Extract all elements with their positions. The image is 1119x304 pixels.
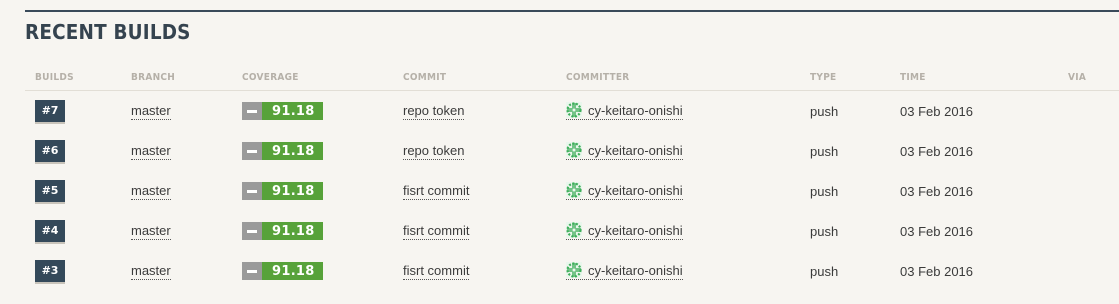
committer-avatar-icon [566, 182, 582, 198]
committer-avatar-icon [566, 222, 582, 238]
table-row: #4 master 91.18 fisrt commit cy-keitaro-… [25, 211, 1119, 251]
build-time: 03 Feb 2016 [900, 223, 974, 239]
committer-link[interactable]: cy-keitaro-onishi [566, 262, 683, 280]
table-row: #6 master 91.18 repo token cy-keitaro-on… [25, 131, 1119, 171]
column-header-builds: BUILDS [35, 72, 74, 83]
table-row: #3 master 91.18 fisrt commit cy-keitaro-… [25, 251, 1119, 291]
build-time: 03 Feb 2016 [900, 103, 974, 119]
coverage-value: 91.18 [262, 102, 323, 120]
column-header-committer: COMMITTER [566, 72, 630, 83]
coverage-badge[interactable]: 91.18 [242, 222, 323, 240]
committer-link[interactable]: cy-keitaro-onishi [566, 142, 683, 160]
coverage-badge[interactable]: 91.18 [242, 182, 323, 200]
branch-link[interactable]: master [131, 183, 171, 200]
committer-link[interactable]: cy-keitaro-onishi [566, 102, 683, 120]
build-type: push [810, 143, 839, 159]
committer-name: cy-keitaro-onishi [588, 102, 683, 118]
commit-message-link[interactable]: repo token [403, 103, 465, 120]
coverage-badge[interactable]: 91.18 [242, 262, 323, 280]
branch-link[interactable]: master [131, 143, 171, 160]
coverage-value: 91.18 [262, 182, 323, 200]
committer-avatar-icon [566, 102, 582, 118]
branch-link[interactable]: master [131, 223, 171, 240]
minus-icon [242, 142, 262, 160]
build-number-badge[interactable]: #5 [35, 180, 65, 202]
section-title: RECENT BUILDS [25, 20, 191, 44]
table-row: #5 master 91.18 fisrt commit cy-keitaro-… [25, 171, 1119, 211]
build-type: push [810, 223, 839, 239]
committer-name: cy-keitaro-onishi [588, 182, 683, 198]
minus-icon [242, 102, 262, 120]
minus-icon [242, 222, 262, 240]
branch-link[interactable]: master [131, 103, 171, 120]
column-header-time: TIME [900, 72, 926, 83]
column-header-branch: BRANCH [131, 72, 176, 83]
column-header-coverage: COVERAGE [242, 72, 299, 83]
build-type: push [810, 263, 839, 279]
committer-name: cy-keitaro-onishi [588, 142, 683, 158]
build-number-badge[interactable]: #4 [35, 220, 65, 242]
build-time: 03 Feb 2016 [900, 183, 974, 199]
committer-avatar-icon [566, 142, 582, 158]
coverage-badge[interactable]: 91.18 [242, 102, 323, 120]
coverage-value: 91.18 [262, 262, 323, 280]
committer-name: cy-keitaro-onishi [588, 222, 683, 238]
commit-message-link[interactable]: fisrt commit [403, 223, 470, 240]
committer-link[interactable]: cy-keitaro-onishi [566, 222, 683, 240]
build-type: push [810, 103, 839, 119]
build-type: push [810, 183, 839, 199]
build-time: 03 Feb 2016 [900, 263, 974, 279]
build-time: 03 Feb 2016 [900, 143, 974, 159]
coverage-badge[interactable]: 91.18 [242, 142, 323, 160]
commit-message-link[interactable]: fisrt commit [403, 183, 470, 200]
table-header: BUILDS BRANCH COVERAGE COMMIT COMMITTER … [25, 66, 1119, 91]
recent-builds-panel: RECENT BUILDS BUILDS BRANCH COVERAGE COM… [0, 0, 1119, 304]
build-number-badge[interactable]: #6 [35, 140, 65, 162]
table-row: #7 master 91.18 repo token cy-keitaro-on… [25, 91, 1119, 131]
minus-icon [242, 262, 262, 280]
commit-message-link[interactable]: repo token [403, 143, 465, 160]
column-header-via: VIA [1068, 72, 1087, 83]
minus-icon [242, 182, 262, 200]
committer-name: cy-keitaro-onishi [588, 262, 683, 278]
column-header-commit: COMMIT [403, 72, 447, 83]
committer-link[interactable]: cy-keitaro-onishi [566, 182, 683, 200]
coverage-value: 91.18 [262, 222, 323, 240]
top-divider [25, 10, 1119, 12]
committer-avatar-icon [566, 262, 582, 278]
commit-message-link[interactable]: fisrt commit [403, 263, 470, 280]
branch-link[interactable]: master [131, 263, 171, 280]
column-header-type: TYPE [810, 72, 837, 83]
coverage-value: 91.18 [262, 142, 323, 160]
build-number-badge[interactable]: #3 [35, 260, 65, 282]
build-number-badge[interactable]: #7 [35, 100, 65, 122]
